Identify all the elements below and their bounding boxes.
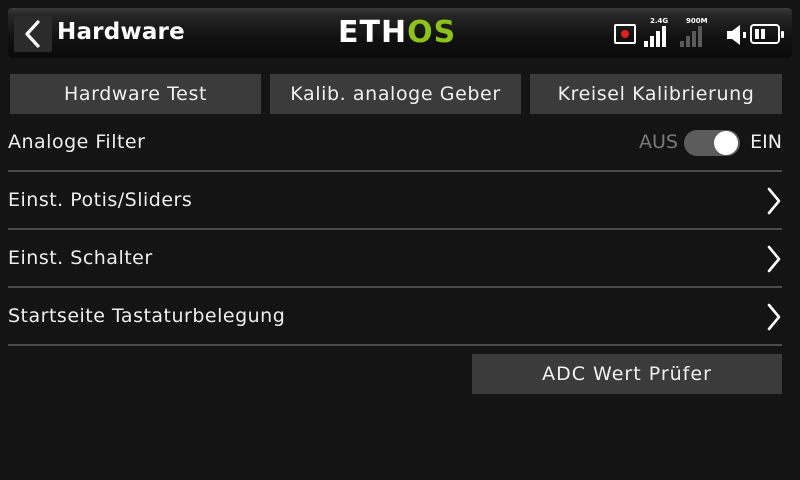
analog-filter-label: Analoge Filter	[8, 131, 146, 153]
header-bar: Hardware ETHOS 2.4G 900M	[8, 8, 792, 58]
toggle-switch[interactable]	[684, 130, 740, 156]
analog-filter-toggle[interactable]: AUS EIN	[632, 114, 782, 170]
signal-2-4g-label: 2.4G	[650, 17, 669, 25]
switches-label: Einst. Schalter	[8, 247, 153, 269]
speaker-icon	[727, 25, 746, 45]
logo-part-eth: ETH	[338, 15, 408, 50]
hardware-test-button[interactable]: Hardware Test	[10, 74, 261, 114]
back-button[interactable]	[14, 16, 52, 52]
chevron-right-icon	[767, 303, 781, 331]
chevron-right-icon	[767, 245, 781, 273]
home-key-mapping-label: Startseite Tastaturbelegung	[8, 305, 286, 327]
signal-2-4g-icon: 2.4G	[642, 17, 674, 50]
gyro-calibration-button[interactable]: Kreisel Kalibrierung	[530, 74, 782, 114]
pots-sliders-row[interactable]: Einst. Potis/Sliders	[8, 172, 782, 230]
status-area: 2.4G 900M	[614, 17, 784, 50]
calibrate-analogs-button[interactable]: Kalib. analoge Geber	[270, 74, 521, 114]
signal-900m-label: 900M	[686, 17, 708, 25]
adc-value-checker-button[interactable]: ADC Wert Prüfer	[472, 354, 782, 394]
battery-icon	[750, 24, 784, 44]
signal-900m-icon: 900M	[678, 17, 710, 50]
ethos-logo: ETHOS	[338, 17, 456, 49]
record-icon	[614, 24, 636, 44]
logo-part-os: OS	[407, 15, 457, 50]
chevron-left-icon	[25, 20, 40, 48]
analog-filter-row: Analoge Filter AUS EIN	[8, 114, 782, 172]
toggle-on-label: EIN	[750, 131, 782, 153]
switches-row[interactable]: Einst. Schalter	[8, 230, 782, 288]
home-key-mapping-row[interactable]: Startseite Tastaturbelegung	[8, 288, 782, 346]
page-title: Hardware	[57, 19, 185, 45]
toggle-off-label: AUS	[639, 131, 678, 153]
pots-sliders-label: Einst. Potis/Sliders	[8, 189, 193, 211]
chevron-right-icon	[767, 187, 781, 215]
toggle-knob	[714, 131, 738, 155]
